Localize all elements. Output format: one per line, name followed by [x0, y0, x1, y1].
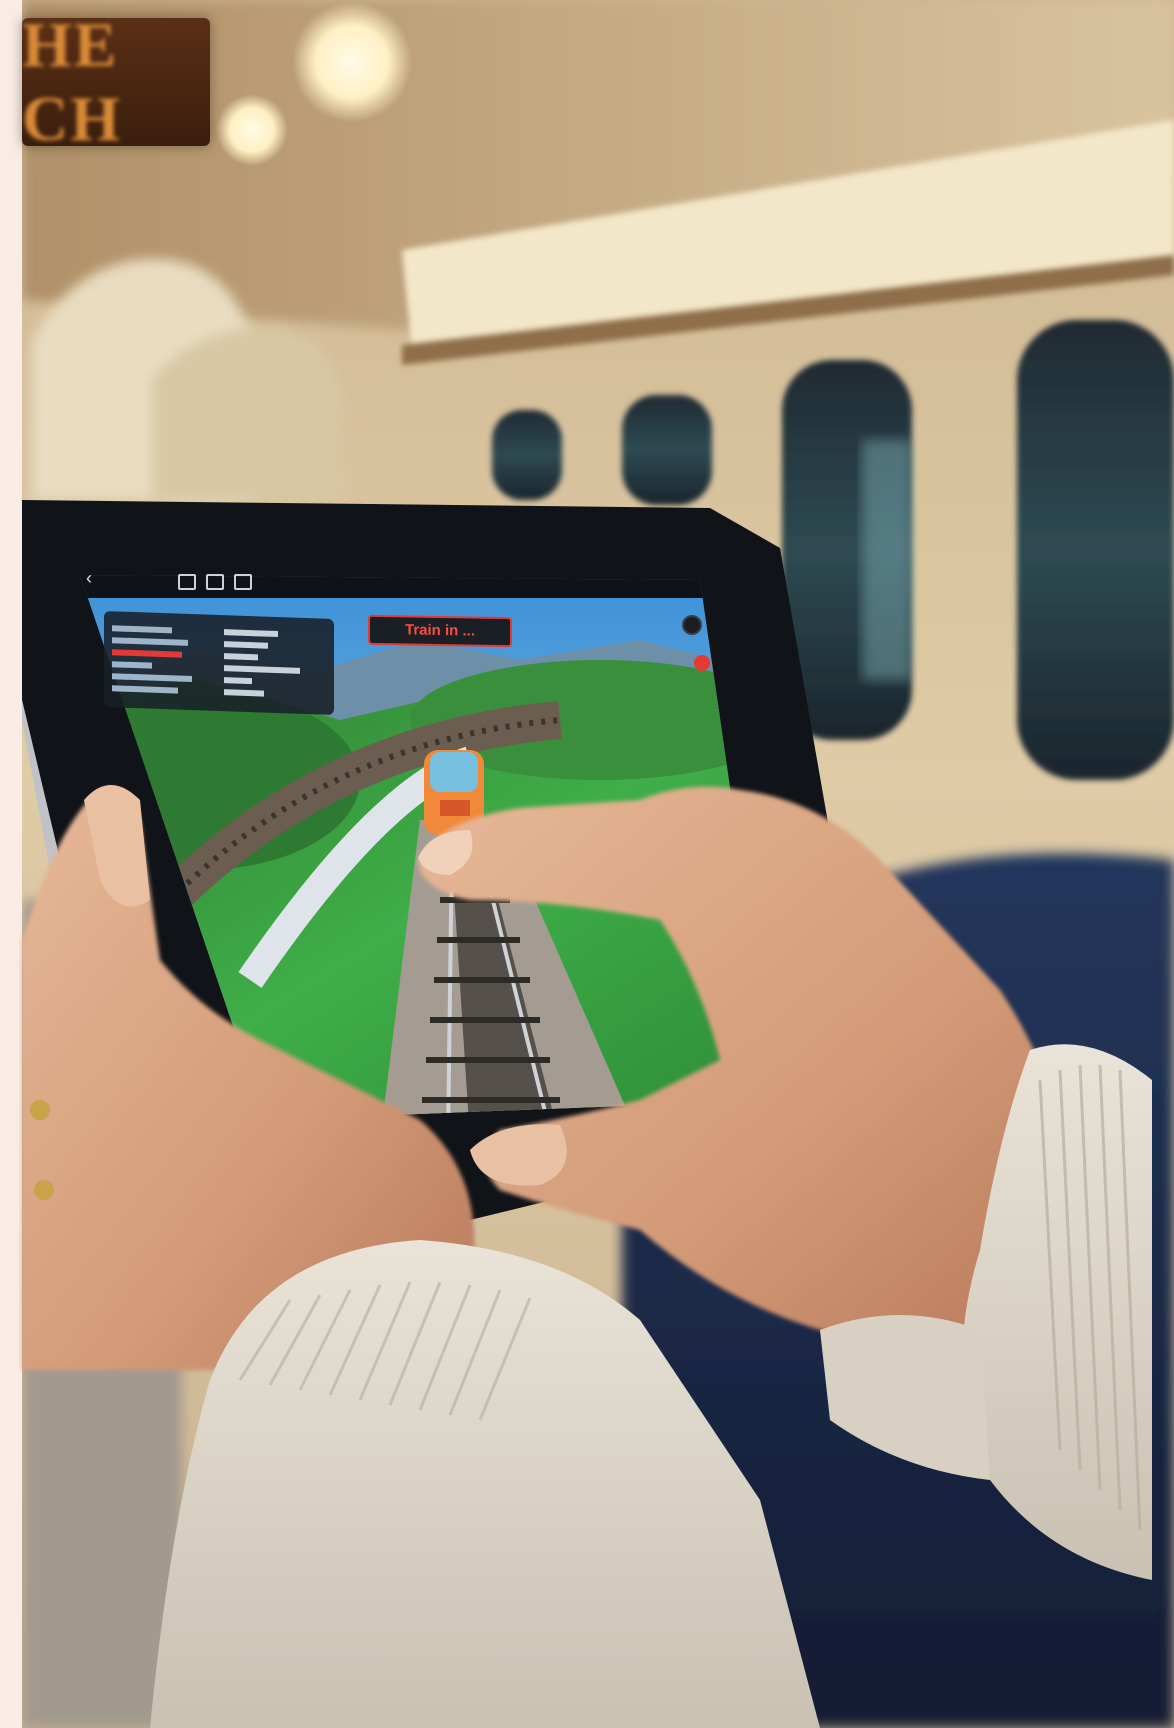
hands-and-sweater [22, 785, 1152, 1728]
photo-scene: HE CH ‹ Train in ... [0, 0, 1174, 1728]
